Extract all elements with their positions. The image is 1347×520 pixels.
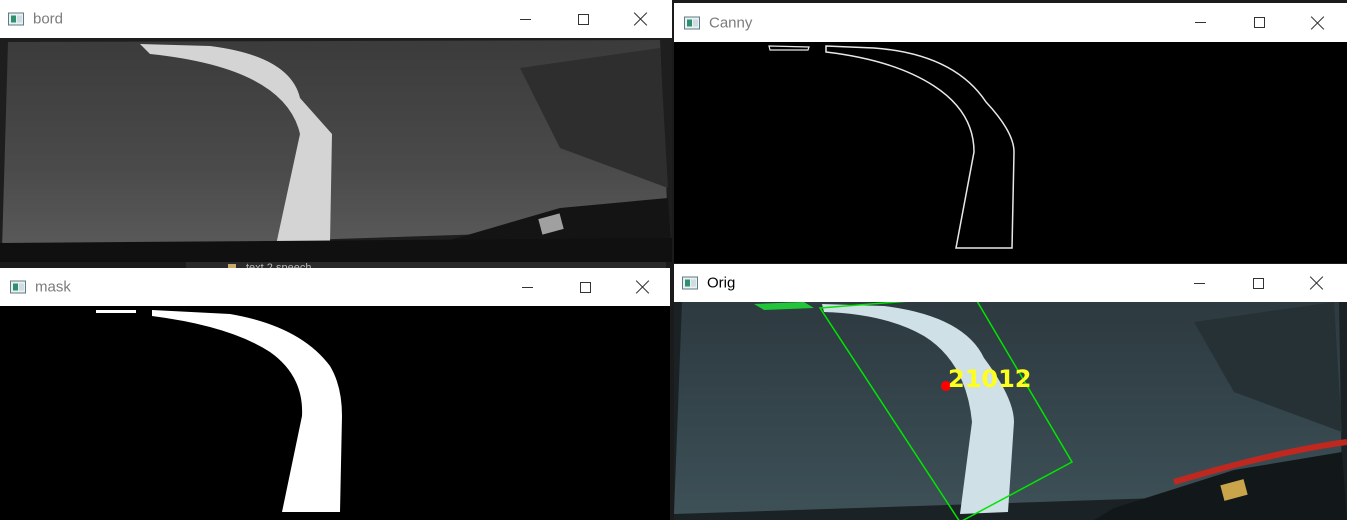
close-icon (1311, 16, 1325, 30)
window-orig[interactable]: Orig 21012 (674, 264, 1347, 520)
titlebar-bord[interactable]: bord (0, 0, 672, 38)
window-title: bord (33, 10, 64, 28)
maximize-button[interactable] (1230, 3, 1288, 42)
close-icon (634, 12, 648, 26)
image-view-canny (674, 42, 1347, 263)
window-title: Canny (709, 14, 753, 31)
titlebar-canny[interactable]: Canny (674, 3, 1347, 42)
close-button[interactable] (1289, 3, 1347, 42)
window-bord[interactable]: bord (0, 0, 672, 262)
minimize-icon (1193, 282, 1205, 284)
close-button[interactable] (1288, 264, 1346, 302)
minimize-button[interactable] (496, 0, 554, 38)
titlebar-mask[interactable]: mask (0, 268, 670, 306)
minimize-button[interactable] (498, 268, 556, 306)
image-view-orig: 21012 (674, 302, 1347, 520)
window-mask[interactable]: mask (0, 268, 670, 520)
window-title: mask (35, 278, 71, 296)
titlebar-orig[interactable]: Orig (674, 264, 1347, 302)
maximize-icon (577, 13, 589, 25)
maximize-icon (1252, 277, 1264, 289)
image-view-bord (0, 38, 672, 262)
minimize-icon (521, 286, 533, 288)
close-button[interactable] (612, 0, 670, 38)
opencv-window-icon (684, 16, 700, 29)
maximize-button[interactable] (554, 0, 612, 38)
grayscale-road-image (0, 38, 672, 262)
opencv-window-icon (8, 12, 24, 26)
overlay-value-text: 21012 (948, 365, 1032, 393)
window-title: Orig (707, 274, 736, 292)
maximize-button[interactable] (1229, 264, 1287, 302)
close-button[interactable] (614, 268, 670, 306)
binary-mask-image (0, 306, 670, 520)
opencv-window-icon (10, 280, 26, 294)
close-icon (636, 280, 650, 294)
minimize-button[interactable] (1171, 3, 1229, 42)
maximize-icon (1253, 17, 1265, 28)
original-road-image: 21012 (674, 302, 1347, 520)
maximize-button[interactable] (556, 268, 614, 306)
minimize-icon (519, 18, 531, 20)
close-icon (1310, 276, 1324, 290)
minimize-button[interactable] (1170, 264, 1228, 302)
window-canny[interactable]: Canny (674, 3, 1347, 263)
image-view-mask (0, 306, 670, 520)
minimize-icon (1194, 22, 1206, 23)
canny-edge-image (674, 42, 1347, 263)
opencv-window-icon (682, 276, 698, 290)
maximize-icon (579, 281, 591, 293)
